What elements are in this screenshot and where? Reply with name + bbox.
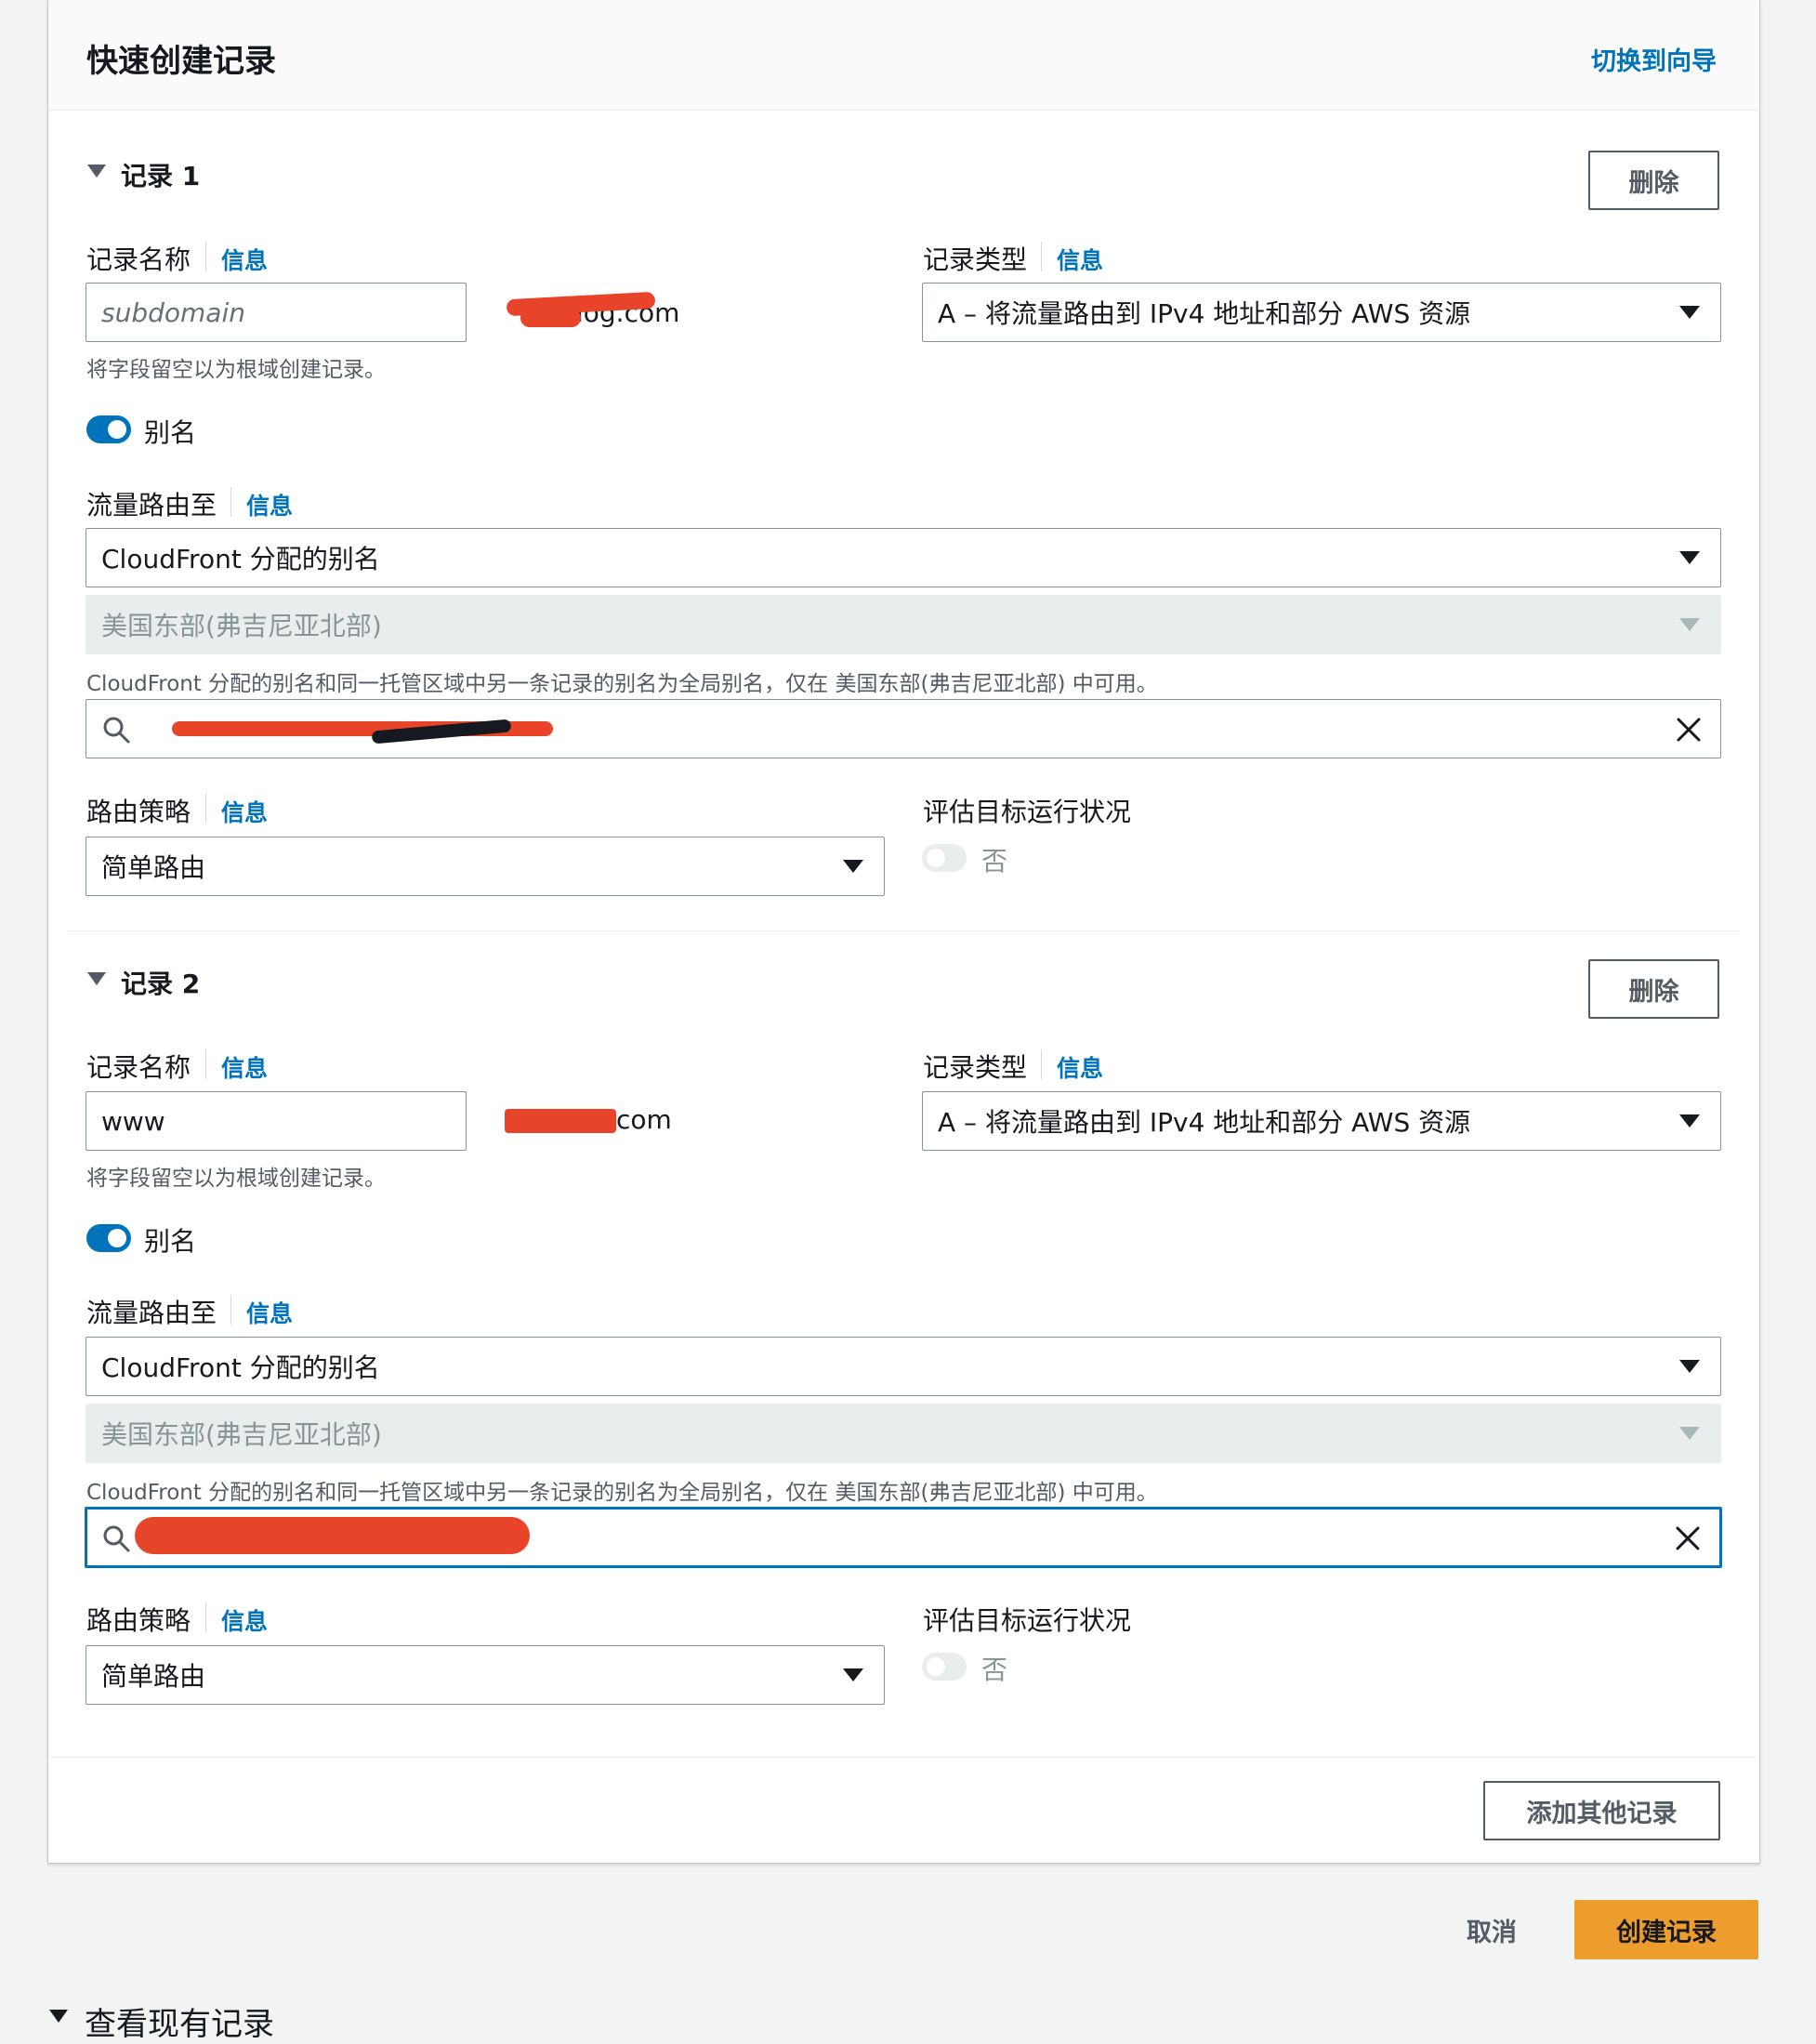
record-1-health-label: 评估目标运行状况 — [923, 797, 1132, 827]
chevron-down-icon — [1679, 1360, 1700, 1373]
record-1-type-info-link[interactable]: 信息 — [1057, 243, 1103, 276]
record-1-type-value: A – 将流量路由到 IPv4 地址和部分 AWS 资源 — [938, 298, 1471, 329]
record-1-alias-label: 别名 — [144, 417, 197, 448]
record-1-policy-label: 路由策略 — [86, 797, 191, 827]
record-1-name-label: 记录名称 — [86, 244, 191, 275]
record-1-health-toggle — [922, 844, 967, 872]
record-2-name-info-link[interactable]: 信息 — [221, 1050, 268, 1084]
record-divider — [67, 930, 1740, 931]
record-1-root-hint: 将字段留空以为根域创建记录。 — [86, 358, 386, 382]
record-2-alias-toggle[interactable] — [86, 1224, 131, 1252]
record-2-alias-label: 别名 — [144, 1226, 197, 1257]
collapse-record-2-icon[interactable] — [87, 972, 106, 985]
record-1-name-input[interactable]: subdomain — [86, 283, 467, 342]
chevron-down-icon — [1679, 1427, 1700, 1440]
record-1-region-select: 美国东部(弗吉尼亚北部) — [86, 595, 1721, 654]
header-divider — [48, 110, 1758, 111]
record-2-type-select[interactable]: A – 将流量路由到 IPv4 地址和部分 AWS 资源 — [922, 1091, 1721, 1151]
page-title: 快速创建记录 — [86, 43, 276, 80]
separator — [230, 1295, 231, 1325]
record-1-delete-button[interactable]: 删除 — [1588, 151, 1719, 210]
record-1-region-value: 美国东部(弗吉尼亚北部) — [101, 611, 382, 641]
record-1-type-select[interactable]: A – 将流量路由到 IPv4 地址和部分 AWS 资源 — [922, 283, 1721, 342]
record-1-policy-value: 简单路由 — [101, 852, 206, 883]
separator — [1041, 1049, 1042, 1079]
record-2-policy-label: 路由策略 — [86, 1605, 191, 1636]
record-1-heading[interactable]: 记录 1 — [121, 156, 200, 193]
chevron-down-icon — [1679, 1114, 1700, 1127]
separator — [205, 242, 206, 271]
record-2-name-value: www — [101, 1105, 165, 1137]
record-1-alias-toggle[interactable] — [86, 415, 131, 443]
clear-icon[interactable] — [1675, 1525, 1701, 1551]
record-1-health-value: 否 — [981, 846, 1008, 877]
search-icon — [103, 717, 130, 744]
separator — [205, 1602, 206, 1632]
record-1-route-info-link[interactable]: 信息 — [246, 488, 293, 521]
record-2-domain-text: com — [616, 1104, 672, 1135]
record-1-route-label: 流量路由至 — [86, 490, 217, 521]
view-existing-records-heading[interactable]: 查看现有记录 — [85, 1998, 274, 2044]
record-2-type-info-link[interactable]: 信息 — [1057, 1050, 1103, 1084]
record-1-name-placeholder: subdomain — [101, 297, 245, 328]
record-2-health-label: 评估目标运行状况 — [923, 1605, 1132, 1636]
redaction-mark — [135, 1517, 530, 1554]
chevron-down-icon — [1679, 551, 1700, 564]
record-1-route-target-select[interactable]: CloudFront 分配的别名 — [86, 528, 1721, 587]
record-2-name-input[interactable]: www — [86, 1091, 467, 1151]
create-records-button[interactable]: 创建记录 — [1574, 1900, 1758, 1959]
chevron-down-icon — [1679, 306, 1700, 319]
record-2-type-label: 记录类型 — [923, 1052, 1028, 1083]
record-2-root-hint: 将字段留空以为根域创建记录。 — [86, 1167, 386, 1191]
record-2-heading[interactable]: 记录 2 — [121, 964, 200, 1001]
collapse-record-1-icon[interactable] — [87, 165, 106, 178]
separator — [205, 1049, 206, 1079]
record-2-route-label: 流量路由至 — [86, 1298, 217, 1328]
record-1-policy-select[interactable]: 简单路由 — [86, 837, 885, 896]
redaction-mark — [505, 1109, 616, 1133]
redaction-mark — [520, 309, 581, 327]
chevron-down-icon — [843, 860, 863, 873]
chevron-down-icon — [1679, 618, 1700, 631]
search-icon — [103, 1525, 130, 1552]
quick-create-panel — [47, 0, 1760, 1864]
record-2-policy-info-link[interactable]: 信息 — [221, 1603, 268, 1637]
record-2-cloudfront-hint: CloudFront 分配的别名和同一托管区域中另一条记录的别名为全局别名，仅在… — [86, 1481, 1158, 1505]
footer-divider — [48, 1757, 1758, 1758]
expand-existing-records-icon[interactable] — [49, 2010, 68, 2023]
clear-icon[interactable] — [1676, 717, 1702, 743]
record-1-route-target-value: CloudFront 分配的别名 — [101, 544, 380, 574]
record-1-cloudfront-hint: CloudFront 分配的别名和同一托管区域中另一条记录的别名为全局别名，仅在… — [86, 672, 1158, 696]
record-1-name-info-link[interactable]: 信息 — [221, 243, 268, 276]
separator — [1041, 242, 1042, 271]
record-2-route-target-select[interactable]: CloudFront 分配的别名 — [86, 1337, 1721, 1396]
record-2-health-value: 否 — [981, 1655, 1008, 1685]
panel-header — [48, 0, 1758, 110]
record-2-health-toggle — [922, 1653, 967, 1681]
record-2-type-value: A – 将流量路由到 IPv4 地址和部分 AWS 资源 — [938, 1107, 1471, 1138]
record-1-policy-info-link[interactable]: 信息 — [221, 795, 268, 828]
record-2-policy-select[interactable]: 简单路由 — [86, 1645, 885, 1705]
record-1-type-label: 记录类型 — [923, 244, 1028, 275]
switch-to-wizard-link[interactable]: 切换到向导 — [1591, 41, 1717, 77]
chevron-down-icon — [843, 1668, 863, 1681]
record-2-route-info-link[interactable]: 信息 — [246, 1296, 293, 1329]
cancel-button[interactable]: 取消 — [1450, 1900, 1533, 1959]
separator — [205, 794, 206, 824]
add-record-button[interactable]: 添加其他记录 — [1483, 1781, 1720, 1840]
separator — [230, 487, 231, 517]
record-2-region-select: 美国东部(弗吉尼亚北部) — [86, 1404, 1721, 1463]
record-2-region-value: 美国东部(弗吉尼亚北部) — [101, 1419, 382, 1450]
record-2-name-label: 记录名称 — [86, 1052, 191, 1083]
record-2-route-target-value: CloudFront 分配的别名 — [101, 1352, 380, 1383]
record-2-policy-value: 简单路由 — [101, 1661, 206, 1692]
record-2-delete-button[interactable]: 删除 — [1588, 959, 1719, 1019]
